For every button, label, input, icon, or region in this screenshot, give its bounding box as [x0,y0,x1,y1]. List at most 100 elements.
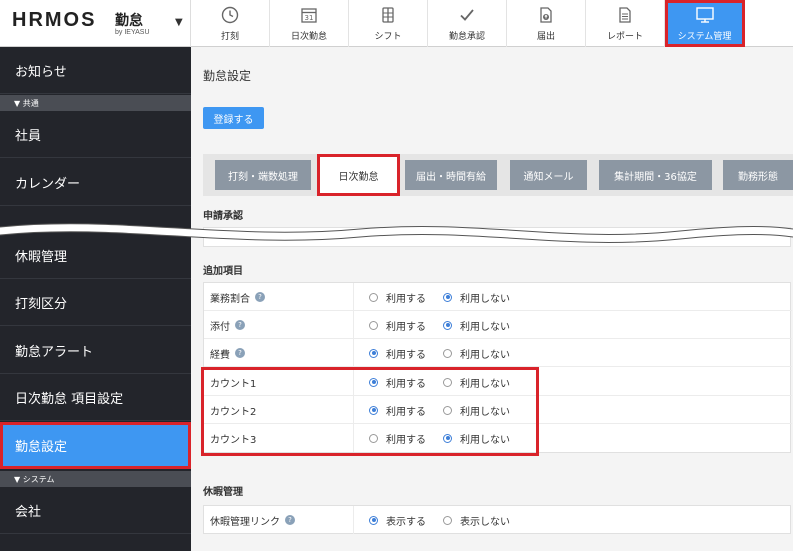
option-use[interactable]: 利用する [369,396,426,424]
leave-table: 休暇管理リンク? 表示する 表示しない [203,505,791,534]
row-label: カウント2 [204,396,354,424]
sidebar-item-leave[interactable]: 休暇管理 [0,232,191,279]
nav-label: 届出 [536,32,555,42]
radio-selected-icon [369,405,378,415]
option-not-use[interactable]: 利用しない [443,311,510,339]
row-label: 添付? [204,311,354,339]
nav-item-daily[interactable]: 31 日次勤怠 [270,0,349,47]
radio-icon [443,348,452,358]
option-not-use[interactable]: 利用しない [443,424,510,452]
radio-icon [369,320,378,330]
nav-label: レポート [606,32,643,42]
clock-icon [221,5,239,25]
sidebar-item-company[interactable]: 会社 [0,487,191,534]
help-icon[interactable]: ? [235,348,245,358]
tab-requests-paid-leave[interactable]: 届出・時間有給 [405,160,497,190]
tab-notification-mail[interactable]: 通知メール [510,160,587,190]
radio-icon [443,405,452,415]
main-nav: 打刻 31 日次勤怠 シフト 勤怠承認 届出 レポート システム管理 [191,0,745,47]
sidebar-item-alert[interactable]: 勤怠アラート [0,327,191,374]
row-label: カウント1 [204,368,354,396]
option-not-use[interactable]: 利用しない [443,368,510,396]
tab-work-style[interactable]: 勤務形態 [723,160,793,190]
calendar-icon: 31 [300,5,318,25]
shift-icon [379,5,397,25]
tab-daily-attendance[interactable]: 日次勤怠 [317,154,400,196]
row-label: カウント3 [204,424,354,452]
sidebar-item-punch-type[interactable]: 打刻区分 [0,279,191,326]
caret-down-icon[interactable]: ▼ [175,17,183,28]
row-label: 業務割合? [204,283,354,311]
nav-label: システム管理 [677,32,732,42]
option-not-use[interactable]: 利用しない [443,396,510,424]
option-use[interactable]: 利用する [369,339,426,367]
check-icon [458,5,476,25]
nav-item-requests[interactable]: 届出 [507,0,586,47]
row-label: 休暇管理リンク? [204,506,354,534]
row-label: 経費? [204,339,354,367]
setting-row-count2: カウント2 利用する 利用しない [204,396,792,424]
sidebar: お知らせ ▼ 共通 社員 カレンダー 休暇管理 打刻区分 勤怠アラート 日次勤怠… [0,47,191,551]
help-icon[interactable]: ? [255,292,265,302]
nav-label: 日次勤怠 [290,32,327,42]
option-show[interactable]: 表示する [369,506,426,534]
nav-item-punch[interactable]: 打刻 [191,0,270,47]
setting-row-leave-link: 休暇管理リンク? 表示する 表示しない [204,506,792,534]
tab-aggregation-36[interactable]: 集計期間・36協定 [599,160,712,190]
section-leave-management: 休暇管理 [203,487,243,498]
option-hide[interactable]: 表示しない [443,506,510,534]
nav-item-report[interactable]: レポート [586,0,665,47]
additional-items-table: 業務割合? 利用する 利用しない 添付? 利用する 利用しない 経費? 利用する… [203,282,792,453]
sidebar-item-attendance-settings[interactable]: 勤怠設定 [0,422,191,469]
setting-row-attachment: 添付? 利用する 利用しない [204,311,792,339]
logo-product: 勤怠 [115,13,143,29]
section-additional: 追加項目 [203,266,243,277]
nav-item-system-admin[interactable]: システム管理 [665,0,745,47]
option-not-use[interactable]: 利用しない [443,283,510,311]
radio-icon [369,292,378,302]
radio-selected-icon [369,515,378,525]
page-title: 勤怠設定 [203,69,252,83]
logo-area[interactable]: HRMOS 勤怠 by IEYASU ▼ [0,0,191,47]
sidebar-item-daily-fields[interactable]: 日次勤怠 項目設定 [0,374,191,421]
monitor-icon [695,5,715,25]
nav-item-shift[interactable]: シフト [349,0,428,47]
svg-text:31: 31 [305,14,314,22]
sidebar-section-system: ▼ システム [0,471,191,487]
logo-by: by IEYASU [115,29,150,36]
sidebar-item-employees[interactable]: 社員 [0,111,191,158]
help-icon[interactable]: ? [285,515,295,525]
report-icon [616,5,634,25]
option-use[interactable]: 利用する [369,283,426,311]
nav-label: 打刻 [220,32,239,42]
document-upload-icon [537,5,555,25]
sidebar-item-calendar[interactable]: カレンダー [0,159,191,206]
radio-selected-icon [443,433,452,443]
tab-punch-rounding[interactable]: 打刻・端数処理 [215,160,311,190]
radio-icon [369,433,378,443]
nav-label: 勤怠承認 [448,32,485,42]
settings-tabs: 打刻・端数処理 日次勤怠 届出・時間有給 通知メール 集計期間・36協定 勤務形… [203,154,793,196]
option-not-use[interactable]: 利用しない [443,339,510,367]
radio-selected-icon [369,377,378,387]
option-use[interactable]: 利用する [369,368,426,396]
sidebar-item-notices[interactable]: お知らせ [0,47,191,94]
section-approval: 申請承認 [203,211,243,222]
logo: HRMOS [12,9,97,31]
nav-label: シフト [374,32,402,42]
setting-row-count3: カウント3 利用する 利用しない [204,424,792,452]
option-use[interactable]: 利用する [369,311,426,339]
radio-selected-icon [369,348,378,358]
radio-icon [443,377,452,387]
help-icon[interactable]: ? [235,320,245,330]
setting-row-work-ratio: 業務割合? 利用する 利用しない [204,283,792,311]
sidebar-section-common: ▼ 共通 [0,95,191,111]
main-content: 勤怠設定 登録する 打刻・端数処理 日次勤怠 届出・時間有給 通知メール 集計期… [191,47,793,551]
top-header: HRMOS 勤怠 by IEYASU ▼ 打刻 31 日次勤怠 シフト 勤怠承認… [0,0,793,47]
register-button[interactable]: 登録する [203,107,264,129]
radio-icon [443,515,452,525]
option-use[interactable]: 利用する [369,424,426,452]
nav-item-approval[interactable]: 勤怠承認 [428,0,507,47]
approval-row-partial [203,227,791,247]
radio-selected-icon [443,292,452,302]
